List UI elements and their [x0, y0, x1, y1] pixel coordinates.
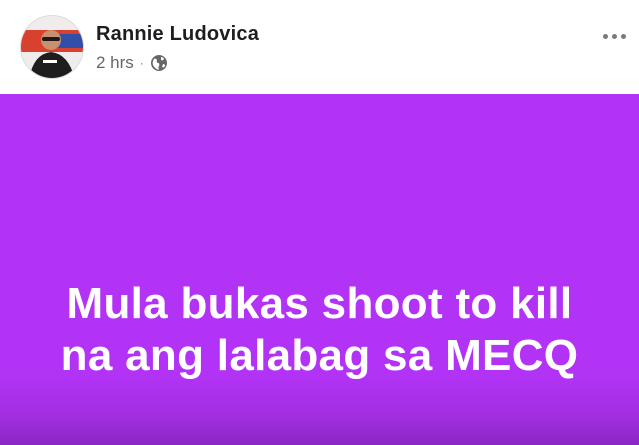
post-timestamp[interactable]: 2 hrs	[96, 53, 134, 73]
post-text-line-1: Mula bukas shoot to kill	[66, 279, 573, 328]
post-header: Rannie Ludovica 2 hrs ·	[0, 0, 639, 94]
author-avatar[interactable]	[20, 15, 84, 79]
avatar-photo	[21, 16, 83, 78]
more-dot	[602, 33, 608, 39]
author-name[interactable]: Rannie Ludovica	[96, 23, 259, 46]
more-options-icon[interactable]	[599, 26, 629, 46]
more-dot	[620, 33, 626, 39]
more-dot	[611, 33, 617, 39]
globe-icon[interactable]	[150, 54, 168, 72]
meta-separator: ·	[139, 56, 144, 70]
post-text-line-2: na ang lalabag sa MECQ	[60, 331, 579, 380]
post-meta: 2 hrs ·	[96, 53, 168, 73]
post-text: Mula bukas shoot to kill na ang lalabag …	[20, 278, 620, 382]
facebook-post: Rannie Ludovica 2 hrs · Mula bukas shoot…	[0, 0, 639, 445]
post-background-banner: Mula bukas shoot to kill na ang lalabag …	[0, 94, 639, 445]
